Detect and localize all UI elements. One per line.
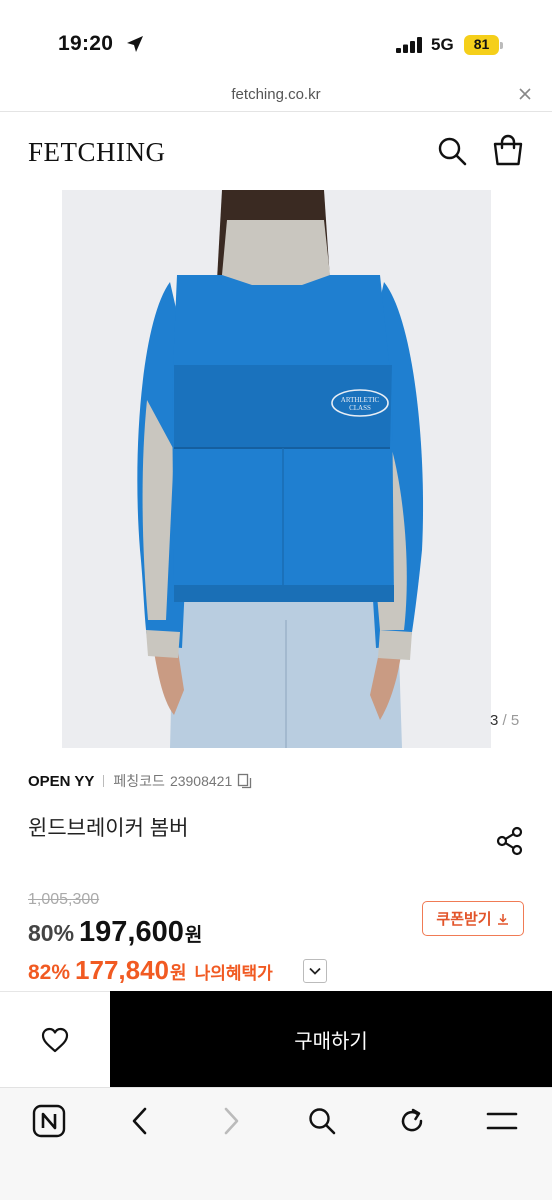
brand-name[interactable]: OPEN YY bbox=[28, 773, 94, 790]
benefit-expand-button[interactable] bbox=[303, 959, 327, 983]
battery-icon: 81 bbox=[464, 35, 504, 55]
share-icon[interactable] bbox=[496, 826, 524, 856]
menu-button[interactable] bbox=[485, 1104, 519, 1138]
heart-icon bbox=[41, 1027, 69, 1052]
coupon-button-label: 쿠폰받기 bbox=[436, 911, 492, 928]
divider bbox=[103, 775, 105, 787]
search-icon bbox=[309, 1108, 336, 1135]
chevron-down-icon bbox=[309, 967, 321, 975]
status-time: 19:20 bbox=[58, 32, 114, 55]
shopping-bag-icon[interactable] bbox=[492, 133, 524, 167]
original-price: 1,005,300 bbox=[28, 891, 100, 908]
search-button[interactable] bbox=[305, 1104, 339, 1138]
image-counter: 3 / 5 bbox=[490, 712, 519, 729]
close-icon[interactable] bbox=[518, 87, 532, 101]
reload-icon bbox=[401, 1108, 423, 1132]
buy-button[interactable]: 구매하기 bbox=[110, 991, 552, 1087]
forward-button[interactable] bbox=[214, 1104, 248, 1138]
reload-button[interactable] bbox=[395, 1104, 429, 1138]
signal-icon bbox=[396, 37, 422, 53]
url-text[interactable]: fetching.co.kr bbox=[0, 86, 552, 103]
copy-icon[interactable] bbox=[237, 773, 253, 789]
my-benefit-price: 177,840 bbox=[75, 955, 170, 985]
search-icon[interactable] bbox=[436, 135, 468, 167]
site-header: FETCHING bbox=[0, 113, 552, 189]
location-arrow-icon bbox=[127, 36, 143, 52]
discount-rate: 80% bbox=[28, 920, 75, 946]
status-bar: 19:20 5G 81 bbox=[0, 0, 552, 84]
coupon-download-button[interactable]: 쿠폰받기 bbox=[422, 901, 524, 936]
browser-toolbar bbox=[0, 1087, 552, 1200]
svg-text:CLASS: CLASS bbox=[349, 404, 371, 412]
sale-price: 197,600 bbox=[79, 916, 184, 948]
product-name: 윈드브레이커 봄버 bbox=[28, 817, 189, 840]
price-row: 80% 197,600 원 bbox=[28, 916, 202, 949]
brand-row: OPEN YY 페칭코드 23908421 bbox=[28, 770, 253, 792]
chevron-right-icon bbox=[224, 1107, 239, 1135]
purchase-bar: 구매하기 bbox=[0, 991, 552, 1087]
image-counter-current: 3 bbox=[490, 712, 499, 729]
image-counter-total: 5 bbox=[510, 712, 520, 729]
product-code: 23908421 bbox=[169, 773, 233, 789]
product-image[interactable]: ARTHLETIC CLASS bbox=[62, 190, 491, 748]
url-bar[interactable]: fetching.co.kr bbox=[0, 84, 552, 112]
my-benefit-price-row: 82% 177,840 원 나의혜택가 bbox=[28, 955, 273, 986]
naver-home-button[interactable] bbox=[32, 1104, 66, 1138]
back-button[interactable] bbox=[123, 1104, 157, 1138]
hamburger-menu-icon bbox=[486, 1112, 518, 1130]
my-benefit-label[interactable]: 나의혜택가 bbox=[195, 959, 273, 984]
my-currency-unit: 원 bbox=[170, 963, 187, 983]
wishlist-button[interactable] bbox=[0, 991, 110, 1087]
download-icon bbox=[497, 913, 508, 925]
svg-text:ARTHLETIC: ARTHLETIC bbox=[341, 396, 380, 404]
currency-unit: 원 bbox=[184, 925, 203, 946]
network-type: 5G bbox=[431, 35, 454, 54]
product-code-label: 페칭코드 bbox=[113, 773, 165, 789]
battery-level: 81 bbox=[473, 36, 490, 52]
product-photo: ARTHLETIC CLASS bbox=[62, 190, 491, 748]
image-counter-separator: / bbox=[502, 712, 507, 729]
naver-n-icon bbox=[32, 1104, 66, 1138]
chevron-left-icon bbox=[132, 1107, 147, 1135]
site-logo[interactable]: FETCHING bbox=[28, 137, 166, 168]
my-discount-rate: 82% bbox=[28, 961, 71, 984]
